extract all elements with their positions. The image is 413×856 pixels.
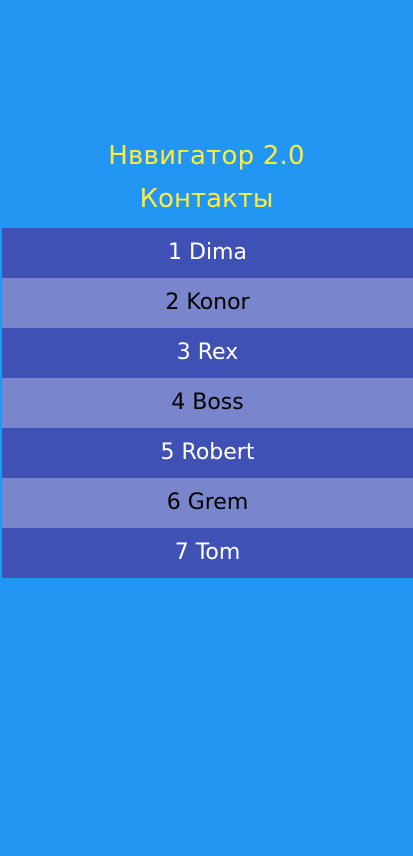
page-title: Контакты	[139, 184, 274, 214]
app-screen: Нввигатор 2.0 Контакты 1 Dima 2 Konor 3 …	[0, 0, 413, 856]
contact-item-grem[interactable]: 6 Grem	[2, 478, 413, 528]
contacts-list: 1 Dima 2 Konor 3 Rex 4 Boss 5 Robert 6 G…	[2, 228, 413, 578]
contact-item-robert[interactable]: 5 Robert	[2, 428, 413, 478]
header: Нввигатор 2.0 Контакты	[0, 136, 413, 219]
contact-item-konor[interactable]: 2 Konor	[2, 278, 413, 328]
contact-item-tom[interactable]: 7 Tom	[2, 528, 413, 578]
app-title: Нввигатор 2.0	[108, 141, 305, 171]
contact-item-boss[interactable]: 4 Boss	[2, 378, 413, 428]
contact-item-dima[interactable]: 1 Dima	[2, 228, 413, 278]
contact-item-rex[interactable]: 3 Rex	[2, 328, 413, 378]
